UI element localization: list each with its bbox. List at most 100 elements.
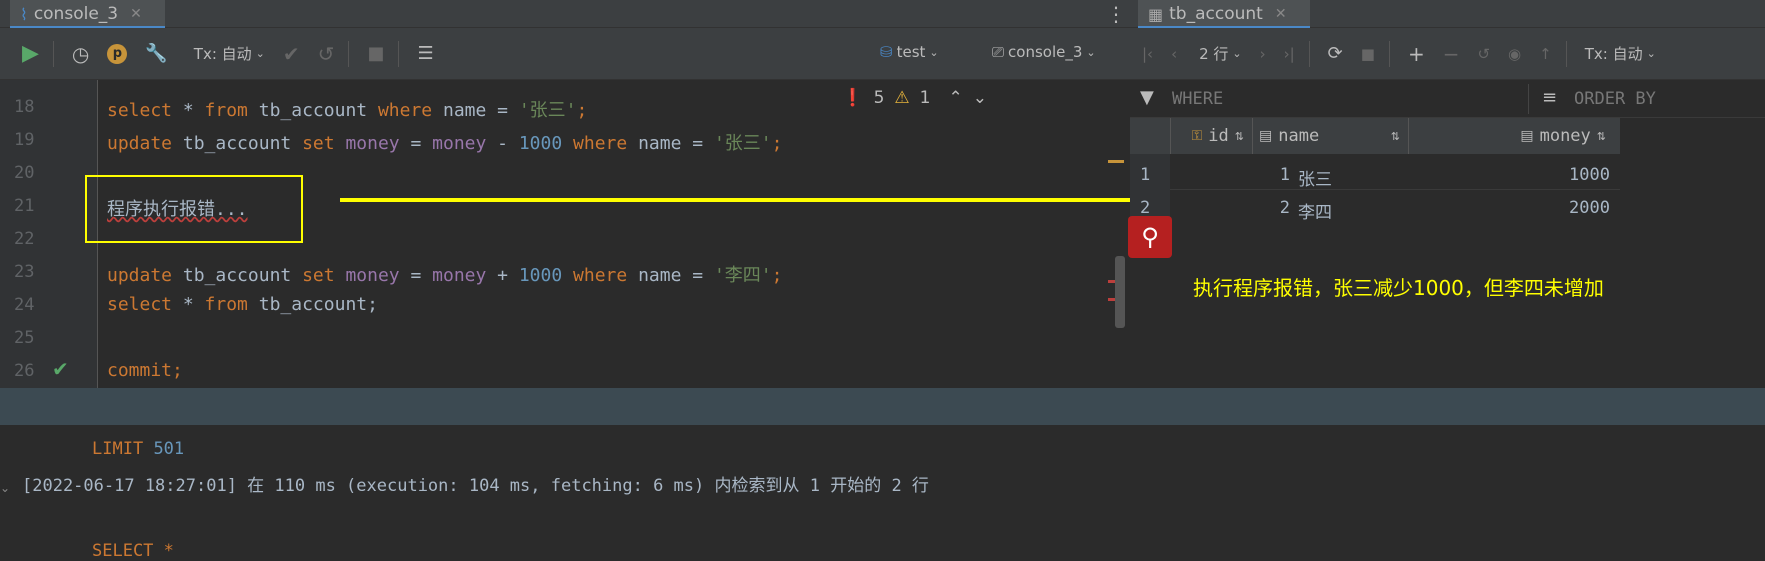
preview-icon[interactable]: ◉ [1508, 45, 1521, 63]
line-number: 25 [14, 328, 35, 348]
console-log-line: [2022-06-17 18:27:01] 在 110 ms (executio… [22, 476, 929, 496]
more-vertical-icon[interactable]: ⋮ [1106, 2, 1126, 26]
tx-mode-dropdown[interactable]: Tx: 自动 ⌄ [194, 43, 265, 64]
cell-money[interactable]: 2000 [1500, 198, 1610, 218]
rows-count-label: 2 行 [1199, 45, 1229, 63]
column-header-name[interactable]: ▤ name ⇅ [1252, 118, 1408, 154]
search-badge[interactable]: ⚲ [1128, 216, 1172, 258]
settings-wrench-icon[interactable]: 🔧 [145, 43, 167, 64]
highlight-box [85, 175, 303, 243]
schema-icon: ⛁ [880, 43, 893, 61]
rows-count-dropdown[interactable]: 2 行 ⌄ [1199, 43, 1242, 64]
where-filter[interactable]: WHERE [1172, 89, 1223, 109]
code-line-23: update tb_account set money = money + 10… [107, 265, 783, 286]
editor-toolbar: ▶ ◷ p 🔧 Tx: 自动 ⌄ ✔ ↺ ■ ☰ ⛁ test ⌄ ⎚ console_… [0, 28, 1130, 80]
grid-toolbar: |‹ ‹ 2 行 ⌄ › ›| ⟳ ■ + − ↺ ◉ ↑ Tx: 自动 ⌄ [1130, 28, 1765, 80]
divider [52, 40, 54, 67]
schema-selector[interactable]: ⛁ test ⌄ [880, 43, 939, 61]
console-icon: ⌇ [20, 4, 28, 24]
line-number: 26 [14, 361, 35, 381]
tab-label: tb_account [1169, 4, 1263, 24]
submit-icon[interactable]: ↑ [1539, 45, 1552, 63]
column-icon: ▤ [1520, 128, 1534, 144]
prev-page-icon[interactable]: ‹ [1171, 45, 1177, 63]
warning-icon: ⚠ [894, 88, 910, 108]
chevron-down-icon[interactable]: ⌄ [973, 88, 987, 108]
last-page-icon[interactable]: ›| [1284, 45, 1295, 63]
console-next-line: SELECT * [92, 541, 174, 561]
divider [1565, 40, 1567, 67]
stop-icon[interactable]: ■ [1361, 45, 1375, 63]
sort-icon: ≡ [1542, 87, 1558, 108]
order-by-filter[interactable]: ORDER BY [1574, 89, 1656, 109]
rollback-icon[interactable]: ↺ [318, 42, 335, 66]
key-column-icon: ⚿ [1191, 128, 1203, 144]
column-header-id[interactable]: ⚿ id ⇅ [1170, 118, 1252, 154]
divider [1308, 40, 1310, 67]
row-number: 2 [1140, 198, 1151, 218]
cell-id[interactable]: 1 [1270, 165, 1290, 185]
add-row-icon[interactable]: + [1408, 42, 1425, 66]
tx-mode-label: Tx: 自动 [1584, 45, 1643, 63]
console-output: ⌄ LIMIT 501 [2022-06-17 18:27:01] 在 110 … [0, 425, 1765, 561]
chevron-up-icon[interactable]: ⌃ [949, 88, 963, 108]
chevron-down-icon: ⌄ [1086, 45, 1096, 59]
line-number: 22 [14, 229, 35, 249]
commit-check-icon[interactable]: ✔ [283, 42, 300, 66]
scrollbar[interactable] [1115, 256, 1125, 328]
tx-mode-dropdown[interactable]: Tx: 自动 ⌄ [1585, 43, 1656, 64]
tx-mode-label: Tx: 自动 [193, 45, 252, 63]
close-icon[interactable]: ✕ [130, 6, 142, 22]
close-icon[interactable]: ✕ [1275, 6, 1287, 22]
line-number: 23 [14, 262, 35, 282]
tab-console-3[interactable]: ⌇ console_3 ✕ [10, 0, 165, 29]
sort-arrows-icon: ⇅ [1596, 129, 1606, 143]
chevron-down-icon: ⌄ [1646, 47, 1656, 60]
sort-arrows-icon: ⇅ [1390, 129, 1400, 143]
history-icon[interactable]: ◷ [72, 42, 89, 66]
checkmark-icon: ✔ [52, 357, 69, 381]
search-icon: ⚲ [1141, 223, 1159, 251]
line-number: 20 [14, 163, 35, 183]
grid-tabbar: ▦ tb_account ✕ [1130, 0, 1765, 29]
refresh-icon[interactable]: ⟳ [1328, 43, 1343, 64]
cell-id[interactable]: 2 [1270, 198, 1290, 218]
inspection-bar[interactable]: ❗ 5 ⚠ 1 ⌃ ⌄ [842, 88, 987, 108]
next-page-icon[interactable]: › [1260, 45, 1266, 63]
output-icon[interactable]: ☰ [417, 43, 433, 64]
column-header-money[interactable]: ▤ money ⇅ [1408, 118, 1620, 154]
cell-money[interactable]: 1000 [1500, 165, 1610, 185]
error-count: 5 [873, 88, 885, 108]
chevron-down-icon: ⌄ [1232, 47, 1242, 60]
line-number: 24 [14, 295, 35, 315]
tab-tb-account[interactable]: ▦ tb_account ✕ [1138, 0, 1310, 29]
divider [1388, 40, 1390, 67]
chevron-icon[interactable]: ⌄ [0, 481, 10, 495]
cell-name[interactable]: 李四 [1298, 198, 1332, 223]
first-page-icon[interactable]: |‹ [1142, 45, 1153, 63]
console-limit-line: LIMIT 501 [92, 439, 185, 459]
divider [1528, 84, 1529, 114]
line-number: 21 [14, 196, 35, 216]
scroll-marker [1108, 160, 1124, 163]
revert-icon[interactable]: ↺ [1477, 45, 1490, 63]
table-icon: ▦ [1148, 4, 1164, 24]
column-label: money [1539, 126, 1591, 146]
line-number: 18 [14, 97, 35, 117]
delete-row-icon[interactable]: − [1443, 42, 1460, 66]
run-icon[interactable]: ▶ [22, 41, 39, 66]
parameters-icon[interactable]: p [107, 43, 128, 64]
warning-count: 1 [919, 88, 931, 108]
session-label: console_3 [1008, 43, 1083, 61]
arrow [340, 190, 1240, 210]
annotation-text: 执行程序报错，张三减少1000，但李四未增加 [1193, 276, 1604, 300]
line-number: 19 [14, 130, 35, 150]
session-selector[interactable]: ⎚ console_3 ⌄ [992, 43, 1096, 61]
stop-icon[interactable]: ■ [367, 43, 384, 64]
code-line-26: commit; [107, 360, 183, 381]
chevron-down-icon: ⌄ [929, 45, 939, 59]
cell-name[interactable]: 张三 [1298, 165, 1332, 190]
column-label: name [1278, 126, 1320, 146]
grid-header: ⚿ id ⇅ ▤ name ⇅ ▤ money ⇅ [1130, 118, 1620, 154]
tab-label: console_3 [33, 4, 119, 24]
